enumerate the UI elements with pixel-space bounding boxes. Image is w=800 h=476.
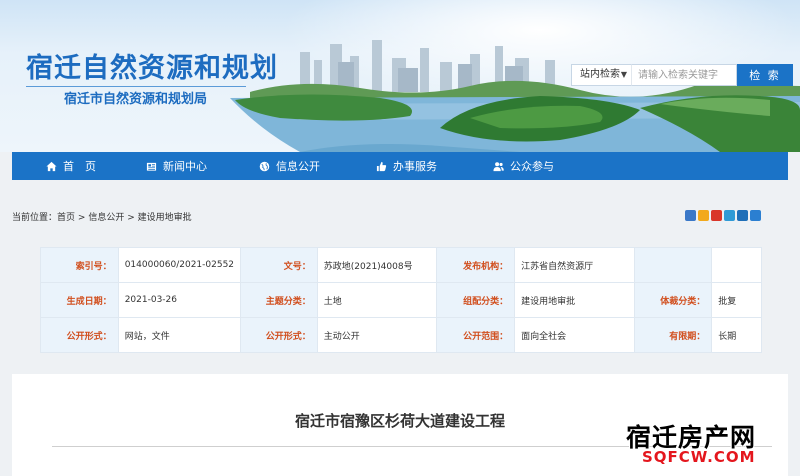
chevron-down-icon: ▼: [620, 70, 627, 79]
search-button[interactable]: 检 索: [737, 64, 793, 86]
globe-icon: [259, 161, 270, 171]
empty-value: [711, 247, 762, 283]
nav-item-label: 信息公开: [276, 160, 320, 173]
nav-item-label: 办事服务: [393, 160, 437, 173]
header-banner: 宿迁自然资源和规划 宿迁市自然资源和规划局 站内检索 ▼ 检 索: [0, 0, 800, 152]
home-icon: [46, 161, 57, 171]
share-weibo-icon[interactable]: [711, 210, 722, 221]
publisher-value: 江苏省自然资源厅: [514, 247, 635, 283]
breadcrumb: 当前位置：首页 > 信息公开 > 建设用地审批: [12, 210, 192, 223]
thumbs-up-icon: [376, 161, 387, 171]
table-row: 公开形式： 网站，文件 公开形式： 主动公开 公开范围： 面向全社会 有限期： …: [40, 317, 762, 353]
users-icon: [493, 161, 504, 171]
share-qzone-icon[interactable]: [698, 210, 709, 221]
doc-number-value: 苏政地(2021)4008号: [316, 247, 438, 283]
share-tencent-icon[interactable]: [724, 210, 735, 221]
document-info-table: 索引号： 014000060/2021-02552 文号： 苏政地(2021)4…: [40, 247, 762, 353]
site-subtitle: 宿迁市自然资源和规划局: [64, 92, 208, 107]
nav-item-home[interactable]: 首 页: [46, 152, 96, 180]
doc-number-label: 文号：: [240, 247, 318, 283]
genre-label: 体裁分类：: [633, 282, 713, 318]
breadcrumb-separator: >: [75, 213, 86, 223]
genre-value: 批复: [711, 282, 762, 318]
breadcrumb-prefix: 当前位置：: [12, 213, 58, 223]
group-category-label: 组配分类：: [436, 282, 516, 318]
share-toolbar: [685, 210, 761, 221]
table-row: 索引号： 014000060/2021-02552 文号： 苏政地(2021)4…: [40, 247, 762, 283]
index-number-value: 014000060/2021-02552: [117, 247, 242, 283]
watermark-domain: SQFCW.COM: [642, 448, 756, 466]
topic-label: 主题分类：: [240, 282, 318, 318]
breadcrumb-separator: >: [124, 213, 135, 223]
search-input[interactable]: [631, 64, 737, 86]
disclosure-method-label: 公开形式：: [240, 317, 318, 353]
nav-item-services[interactable]: 办事服务: [376, 152, 437, 180]
topic-value: 土地: [316, 282, 438, 318]
disclosure-scope-label: 公开范围：: [436, 317, 516, 353]
newspaper-icon: [146, 162, 157, 171]
breadcrumb-item-home[interactable]: 首页: [57, 213, 75, 223]
search-bar: 站内检索 ▼ 检 索: [571, 64, 793, 86]
nav-item-public-participation[interactable]: 公众参与: [493, 152, 554, 180]
title-divider: [26, 86, 246, 87]
table-row: 生成日期： 2021-03-26 主题分类： 土地 组配分类： 建设用地审批 体…: [40, 282, 762, 318]
share-plus-icon[interactable]: [685, 210, 696, 221]
created-date-value: 2021-03-26: [117, 282, 242, 318]
site-title: 宿迁自然资源和规划: [26, 53, 278, 84]
index-number-label: 索引号：: [40, 247, 119, 283]
search-scope-select[interactable]: 站内检索 ▼: [571, 64, 631, 86]
search-scope-label: 站内检索: [580, 69, 620, 80]
nav-item-label: 首 页: [63, 160, 96, 173]
empty-label: [633, 247, 713, 283]
created-date-label: 生成日期：: [40, 282, 119, 318]
disclosure-method-value: 主动公开: [316, 317, 438, 353]
nav-item-label: 公众参与: [510, 160, 554, 173]
share-kaixin-icon[interactable]: [750, 210, 761, 221]
publisher-label: 发布机构：: [436, 247, 516, 283]
breadcrumb-item-info[interactable]: 信息公开: [88, 213, 124, 223]
validity-label: 有限期：: [633, 317, 713, 353]
nav-item-news[interactable]: 新闻中心: [146, 152, 207, 180]
group-category-value: 建设用地审批: [514, 282, 635, 318]
breadcrumb-item-current[interactable]: 建设用地审批: [138, 213, 192, 223]
validity-value: 长期: [711, 317, 762, 353]
main-nav: 首 页 新闻中心 信息公开 办事服务 公众参与: [12, 152, 788, 180]
disclosure-form-label: 公开形式：: [40, 317, 119, 353]
nav-item-label: 新闻中心: [163, 160, 207, 173]
share-renren-icon[interactable]: [737, 210, 748, 221]
nav-item-info-disclosure[interactable]: 信息公开: [259, 152, 320, 180]
disclosure-scope-value: 面向全社会: [514, 317, 635, 353]
disclosure-form-value: 网站，文件: [117, 317, 242, 353]
